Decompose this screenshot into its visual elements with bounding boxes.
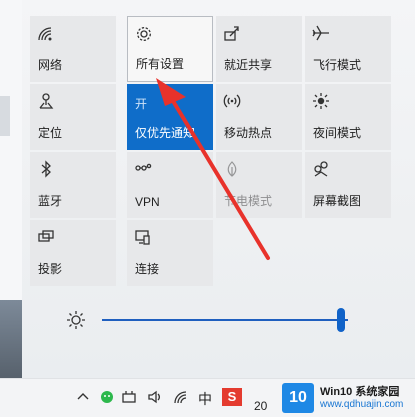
tile-label: 飞行模式	[313, 58, 362, 72]
tile-label: 节电模式	[224, 194, 273, 208]
tile-label: 移动热点	[224, 126, 273, 140]
gear-icon	[137, 27, 151, 41]
background-window-shape	[0, 96, 10, 136]
tile-label: 定位	[38, 126, 63, 140]
chevron-up-icon[interactable]	[74, 388, 92, 406]
tile-label: 仅优先通知	[135, 126, 196, 140]
tile-label: 夜间模式	[313, 126, 362, 140]
brightness-slider-row	[22, 300, 415, 340]
hotspot-icon	[223, 94, 241, 108]
tile-label: 连接	[135, 262, 160, 276]
background-window-photo	[0, 300, 22, 380]
wechat-icon[interactable]	[98, 388, 116, 406]
tile-label: VPN	[135, 195, 160, 209]
ime-indicator-icon[interactable]: 中	[198, 389, 216, 407]
tile-network[interactable]: 网络	[30, 16, 116, 82]
tile-nearby-share[interactable]: 就近共享	[216, 16, 302, 82]
tile-location[interactable]: 定位	[30, 84, 116, 150]
tile-label: 蓝牙	[38, 194, 63, 208]
connect-icon	[135, 230, 150, 245]
wifi-icon[interactable]	[172, 388, 190, 406]
battery-saver-icon	[227, 161, 237, 177]
tile-label: 所有设置	[136, 57, 185, 71]
tile-all-settings[interactable]: 所有设置	[127, 16, 213, 82]
watermark-url: www.qdhuajin.com	[320, 399, 404, 410]
tile-connect[interactable]: 连接	[127, 220, 213, 286]
brightness-slider-track[interactable]	[102, 319, 348, 321]
sogou-input-icon[interactable]: S	[222, 388, 242, 406]
tile-label: 就近共享	[224, 58, 273, 72]
bluetooth-icon	[41, 160, 51, 178]
tile-vpn[interactable]: VPN	[127, 152, 213, 218]
location-icon	[39, 93, 54, 109]
volume-icon[interactable]	[146, 388, 164, 406]
power-plug-icon[interactable]	[120, 388, 138, 406]
watermark-title: Win10 系统家园	[320, 386, 400, 398]
site-watermark: 10 Win10 系统家园 www.qdhuajin.com	[282, 381, 415, 416]
tile-label: 屏幕截图	[313, 194, 362, 208]
brightness-icon	[313, 93, 329, 109]
tile-label: 投影	[38, 262, 63, 276]
brightness-slider-thumb[interactable]	[336, 308, 345, 332]
tile-battery-saver[interactable]: 节电模式	[216, 152, 302, 218]
share-icon	[224, 26, 239, 41]
watermark-logo-icon: 10	[282, 383, 314, 413]
tile-project[interactable]: 投影	[30, 220, 116, 286]
brightness-icon	[67, 311, 85, 329]
tile-status: 开	[135, 97, 148, 111]
taskbar-clock[interactable]: 20	[254, 399, 267, 413]
tile-airplane-mode[interactable]: 飞行模式	[305, 16, 391, 82]
background-window-strip	[0, 0, 22, 416]
tile-night-light[interactable]: 夜间模式	[305, 84, 391, 150]
tile-label: 网络	[38, 58, 63, 72]
snip-icon	[314, 161, 328, 177]
tile-mobile-hotspot[interactable]: 移动热点	[216, 84, 302, 150]
vpn-icon	[135, 163, 152, 171]
network-icon	[38, 27, 52, 41]
tile-bluetooth[interactable]: 蓝牙	[30, 152, 116, 218]
project-icon	[38, 230, 54, 242]
watermark-logo-text: 10	[289, 389, 307, 406]
tile-screen-snip[interactable]: 屏幕截图	[305, 152, 391, 218]
tile-focus-assist[interactable]: 开 仅优先通知	[127, 84, 213, 150]
airplane-icon	[312, 25, 329, 41]
